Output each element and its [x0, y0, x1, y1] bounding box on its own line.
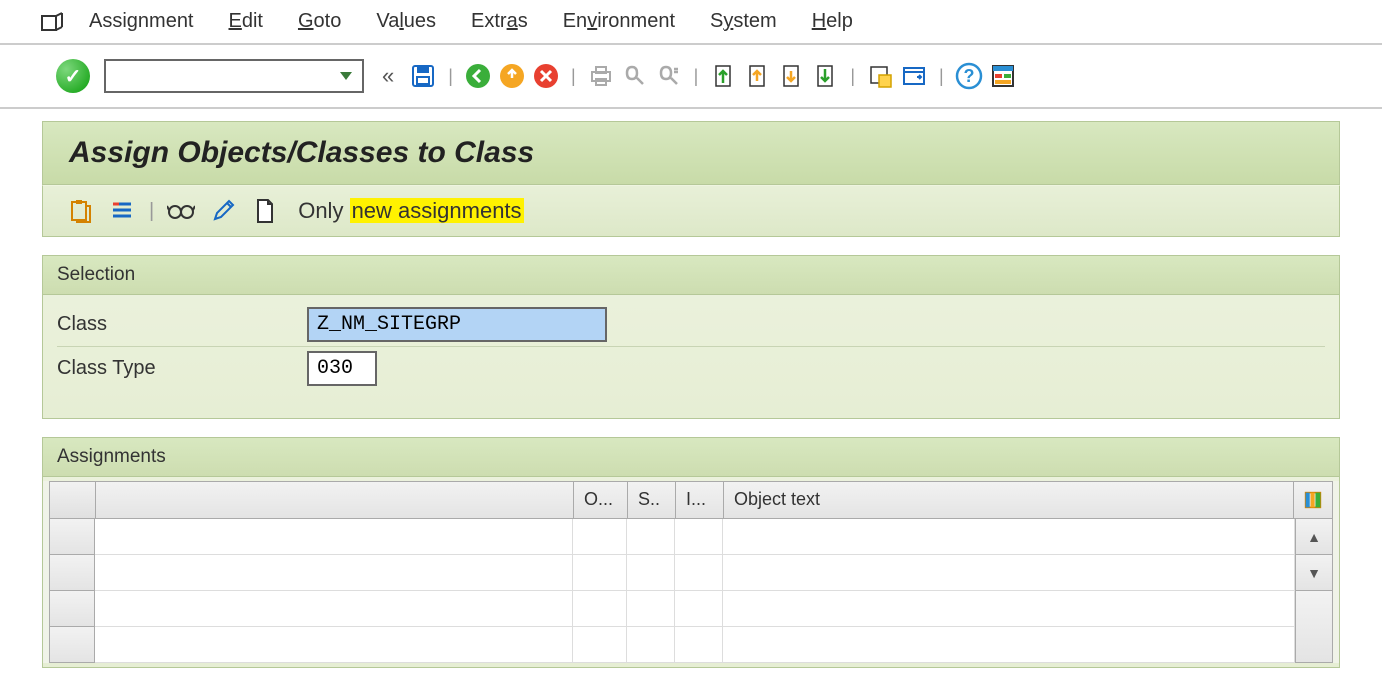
column-o[interactable]: O... [574, 482, 628, 518]
last-page-button[interactable] [810, 61, 840, 91]
class-label: Class [57, 313, 307, 336]
align-icon[interactable] [107, 196, 137, 226]
menu-edit[interactable]: Edit [229, 10, 263, 33]
enter-button[interactable] [56, 59, 90, 93]
app-toolbar: | Only new assignments [42, 185, 1340, 237]
column-s[interactable]: S.. [628, 482, 676, 518]
table-row[interactable] [95, 555, 1295, 591]
only-new-assignments-label: Only new assignments [298, 198, 523, 224]
row-selector[interactable] [49, 555, 95, 591]
separator: | [694, 66, 699, 87]
menu-values[interactable]: Values [376, 10, 436, 33]
scroll-up-button[interactable]: ▲ [1295, 519, 1333, 555]
separator: | [850, 66, 855, 87]
cancel-button[interactable] [531, 61, 561, 91]
assignments-panel: Assignments O... S.. I... Object text [42, 437, 1340, 668]
scrollbar-track[interactable] [1295, 591, 1333, 663]
selection-panel: Selection Class Class Type [42, 255, 1340, 419]
table-header: O... S.. I... Object text [49, 481, 1333, 519]
table-row[interactable] [95, 627, 1295, 663]
new-session-button[interactable] [865, 61, 895, 91]
find-next-button[interactable] [654, 61, 684, 91]
menu-goto[interactable]: Goto [298, 10, 341, 33]
save-button[interactable] [408, 61, 438, 91]
clipboard-icon[interactable] [65, 196, 95, 226]
assignments-header: Assignments [43, 438, 1339, 477]
row-selector[interactable] [49, 591, 95, 627]
class-input[interactable] [307, 307, 607, 342]
glasses-icon[interactable] [166, 196, 196, 226]
menu-help[interactable]: Help [812, 10, 853, 33]
prev-page-button[interactable] [742, 61, 772, 91]
exit-button[interactable] [497, 61, 527, 91]
scroll-down-button[interactable]: ▼ [1295, 555, 1333, 591]
class-type-input[interactable] [307, 351, 377, 386]
menu-environment[interactable]: Environment [563, 10, 675, 33]
separator: | [448, 66, 453, 87]
row-selector[interactable] [49, 627, 95, 663]
back-button[interactable] [463, 61, 493, 91]
shortcut-button[interactable] [899, 61, 929, 91]
select-all-column[interactable] [50, 482, 96, 518]
find-button[interactable] [620, 61, 650, 91]
pencil-icon[interactable] [208, 196, 238, 226]
page-title: Assign Objects/Classes to Class [69, 136, 1313, 170]
first-page-button[interactable] [708, 61, 738, 91]
table-row[interactable] [95, 591, 1295, 627]
menu-extras[interactable]: Extras [471, 10, 528, 33]
separator: | [571, 66, 576, 87]
class-type-label: Class Type [57, 357, 307, 380]
column-i[interactable]: I... [676, 482, 724, 518]
row-selector[interactable] [49, 519, 95, 555]
menu-assignment[interactable]: Assignment [89, 10, 194, 33]
selection-header: Selection [43, 256, 1339, 295]
svg-text:?: ? [963, 66, 974, 86]
system-toolbar: « | | | | | ? [0, 45, 1382, 109]
document-icon[interactable] [250, 196, 280, 226]
menu-session-icon[interactable] [40, 12, 64, 32]
print-button[interactable] [586, 61, 616, 91]
command-field[interactable] [104, 59, 364, 93]
collapse-icon[interactable]: « [382, 63, 394, 89]
menu-system[interactable]: System [710, 10, 777, 33]
column-object-text[interactable]: Object text [724, 482, 1294, 518]
next-page-button[interactable] [776, 61, 806, 91]
menu-bar: Assignment Edit Goto Values Extras Envir… [0, 0, 1382, 45]
title-bar: Assign Objects/Classes to Class [42, 121, 1340, 185]
separator: | [149, 200, 154, 223]
configure-columns-button[interactable] [1294, 482, 1332, 518]
help-button[interactable]: ? [954, 61, 984, 91]
separator: | [939, 66, 944, 87]
table-row[interactable] [95, 519, 1295, 555]
first-column-header[interactable] [96, 482, 574, 518]
layout-button[interactable] [988, 61, 1018, 91]
